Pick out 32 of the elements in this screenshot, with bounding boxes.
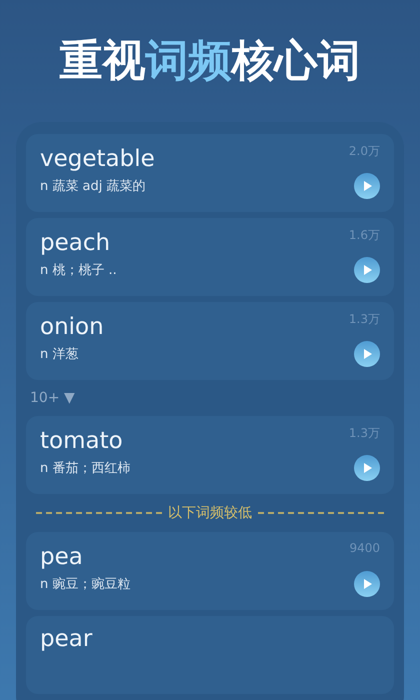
- word-card[interactable]: pear: [26, 616, 394, 694]
- word-text: peach: [40, 229, 112, 257]
- word-meaning: n 豌豆；豌豆粒: [40, 576, 130, 593]
- word-meaning: n 桃；桃子 ..: [40, 262, 117, 279]
- frequency-count: 2.0万: [348, 143, 380, 160]
- play-icon[interactable]: [354, 173, 380, 199]
- low-frequency-label: 以下词频较低: [168, 504, 252, 522]
- word-text: pear: [40, 625, 92, 653]
- word-card[interactable]: peach n 桃；桃子 .. 1.6万: [26, 218, 394, 296]
- frequency-count: 1.3万: [348, 311, 380, 328]
- play-icon[interactable]: [354, 571, 380, 597]
- word-meaning: n 蔬菜 adj 蔬菜的: [40, 178, 146, 195]
- word-text: tomato: [40, 427, 124, 455]
- frequency-count: 9400: [349, 541, 380, 555]
- play-icon[interactable]: [354, 455, 380, 481]
- word-card[interactable]: tomato n 番茄；西红柿 1.3万: [26, 416, 394, 494]
- frequency-count: 1.6万: [348, 227, 380, 244]
- word-text: onion: [40, 313, 104, 341]
- word-card[interactable]: vegetable n 蔬菜 adj 蔬菜的 2.0万: [26, 134, 394, 212]
- word-text: pea: [40, 543, 84, 571]
- word-card[interactable]: onion n 洋葱 1.3万: [26, 302, 394, 380]
- word-meaning: n 洋葱: [40, 346, 80, 363]
- headline-text: 核心词: [232, 35, 360, 88]
- headline-text: 词频: [146, 35, 232, 88]
- play-icon[interactable]: [354, 341, 380, 367]
- frequency-count: 1.3万: [348, 425, 380, 442]
- word-card[interactable]: pea n 豌豆；豌豆粒 9400: [26, 532, 394, 610]
- more-toggle[interactable]: 10+ ▼: [26, 386, 79, 410]
- word-text: vegetable: [40, 145, 155, 173]
- play-icon[interactable]: [354, 257, 380, 283]
- word-meaning: n 番茄；西红柿: [40, 460, 130, 477]
- headline-text: 重视: [60, 35, 146, 88]
